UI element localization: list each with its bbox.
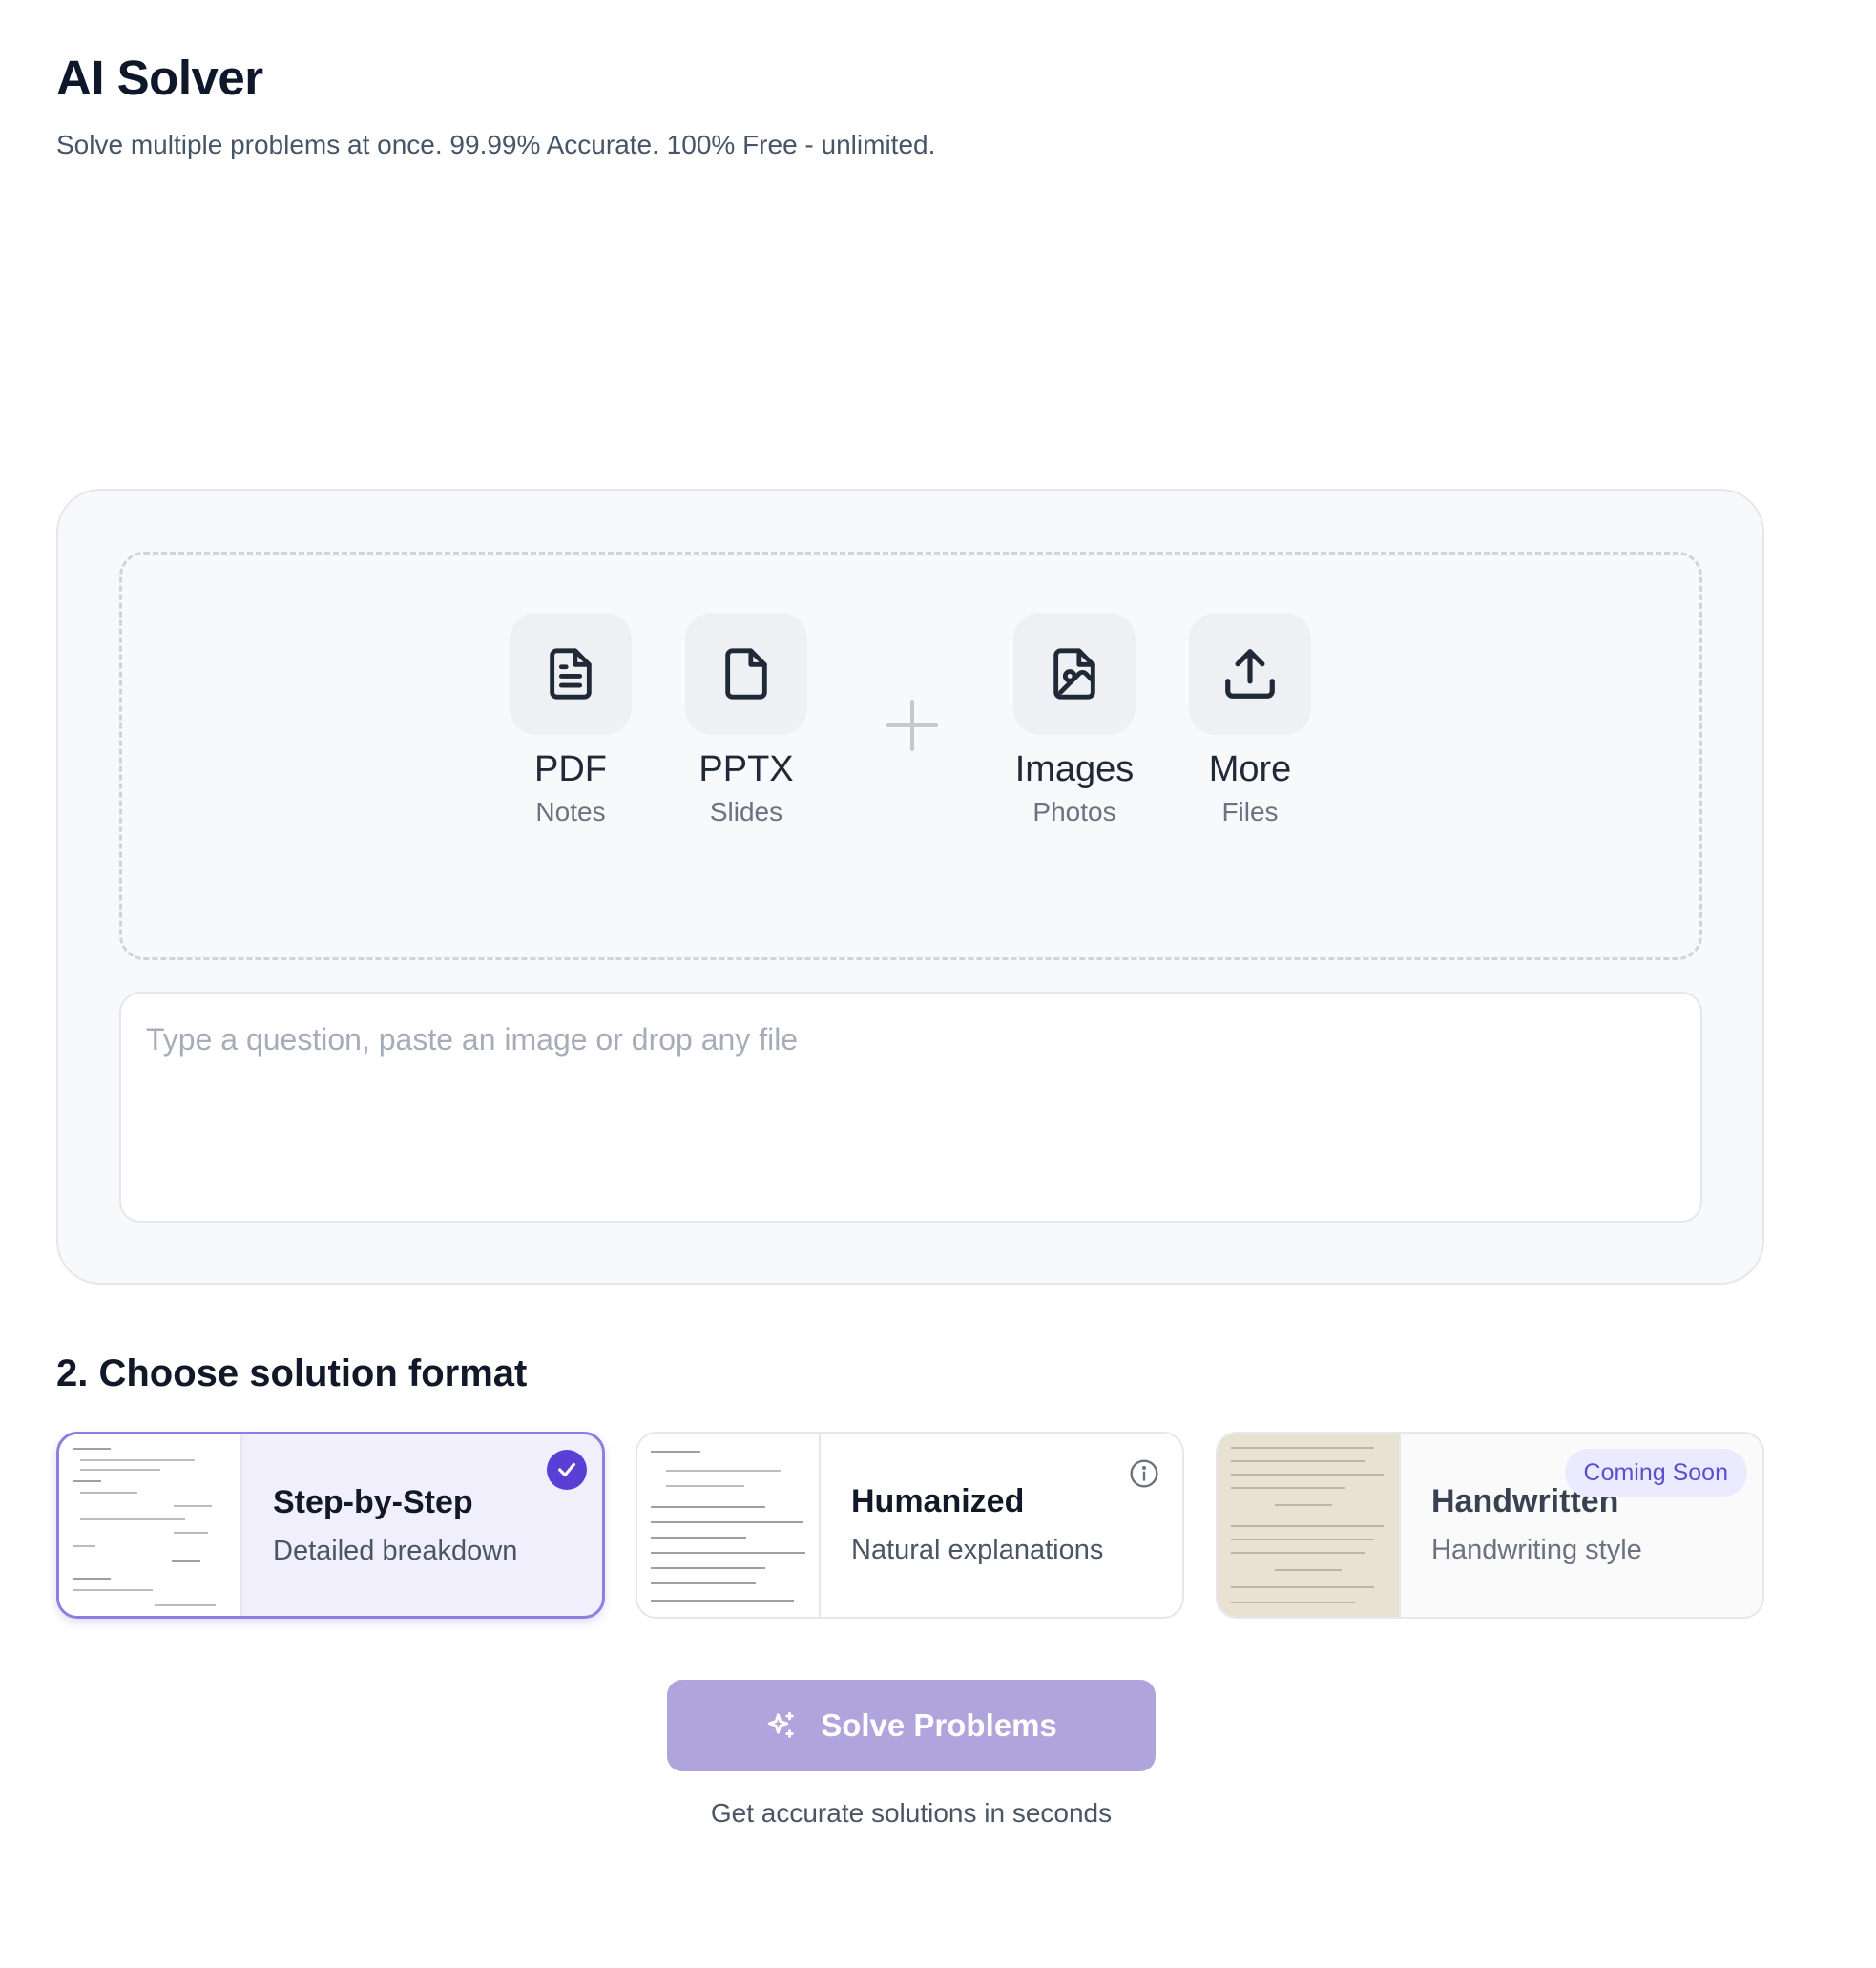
pdf-document-icon — [550, 648, 592, 700]
sparkles-icon — [768, 1711, 794, 1738]
upload-option-sublabel: Slides — [709, 797, 783, 827]
handwritten-preview-thumbnail — [1218, 1434, 1401, 1617]
solve-button-label: Solve Problems — [821, 1707, 1057, 1743]
question-input-placeholder: Type a question, paste an image or drop … — [146, 1022, 799, 1057]
image-file-icon — [1053, 648, 1095, 700]
format-card-handwritten[interactable]: Handwritten Handwriting style Coming Soo… — [1216, 1432, 1764, 1619]
format-card-subtitle: Natural explanations — [851, 1535, 1104, 1565]
format-card-humanized[interactable]: Humanized Natural explanations — [636, 1432, 1184, 1619]
format-card-step-by-step[interactable]: Step-by-Step Detailed breakdown — [56, 1432, 605, 1619]
step-by-step-preview-thumbnail — [59, 1434, 242, 1616]
upload-option-label: More — [1208, 749, 1292, 789]
solve-hint: Get accurate solutions in seconds — [710, 1798, 1113, 1828]
format-section-heading: 2. Choose solution format — [56, 1352, 528, 1394]
upload-images-option[interactable]: Images Photos — [1012, 613, 1136, 828]
question-input[interactable]: Type a question, paste an image or drop … — [119, 992, 1702, 1223]
page-subtitle: Solve multiple problems at once. 99.99% … — [56, 130, 936, 159]
format-card-title: Humanized — [851, 1483, 1025, 1519]
plus-icon — [886, 700, 938, 751]
upload-pptx-option[interactable]: PPTX Slides — [684, 613, 808, 828]
file-dropzone[interactable] — [119, 552, 1702, 960]
blank-file-icon — [725, 648, 767, 700]
page-title: AI Solver — [56, 51, 263, 105]
upload-more-option[interactable]: More Files — [1188, 613, 1312, 828]
format-card-subtitle: Detailed breakdown — [273, 1536, 518, 1566]
upload-option-label: PDF — [534, 749, 607, 789]
coming-soon-badge: Coming Soon — [1564, 1449, 1747, 1497]
format-card-title: Step-by-Step — [273, 1484, 473, 1520]
selected-check-icon — [547, 1450, 587, 1490]
humanized-preview-thumbnail — [637, 1434, 821, 1617]
format-card-subtitle: Handwriting style — [1431, 1535, 1642, 1565]
upload-icon — [1225, 649, 1275, 699]
upload-option-label: PPTX — [698, 749, 794, 789]
upload-option-sublabel: Notes — [535, 797, 606, 827]
upload-option-sublabel: Photos — [1032, 797, 1116, 827]
solve-problems-button[interactable]: Solve Problems — [667, 1680, 1156, 1771]
info-icon[interactable] — [1129, 1458, 1159, 1489]
upload-option-label: Images — [1014, 749, 1135, 789]
upload-option-sublabel: Files — [1221, 797, 1279, 827]
upload-pdf-option[interactable]: PDF Notes — [509, 613, 633, 828]
